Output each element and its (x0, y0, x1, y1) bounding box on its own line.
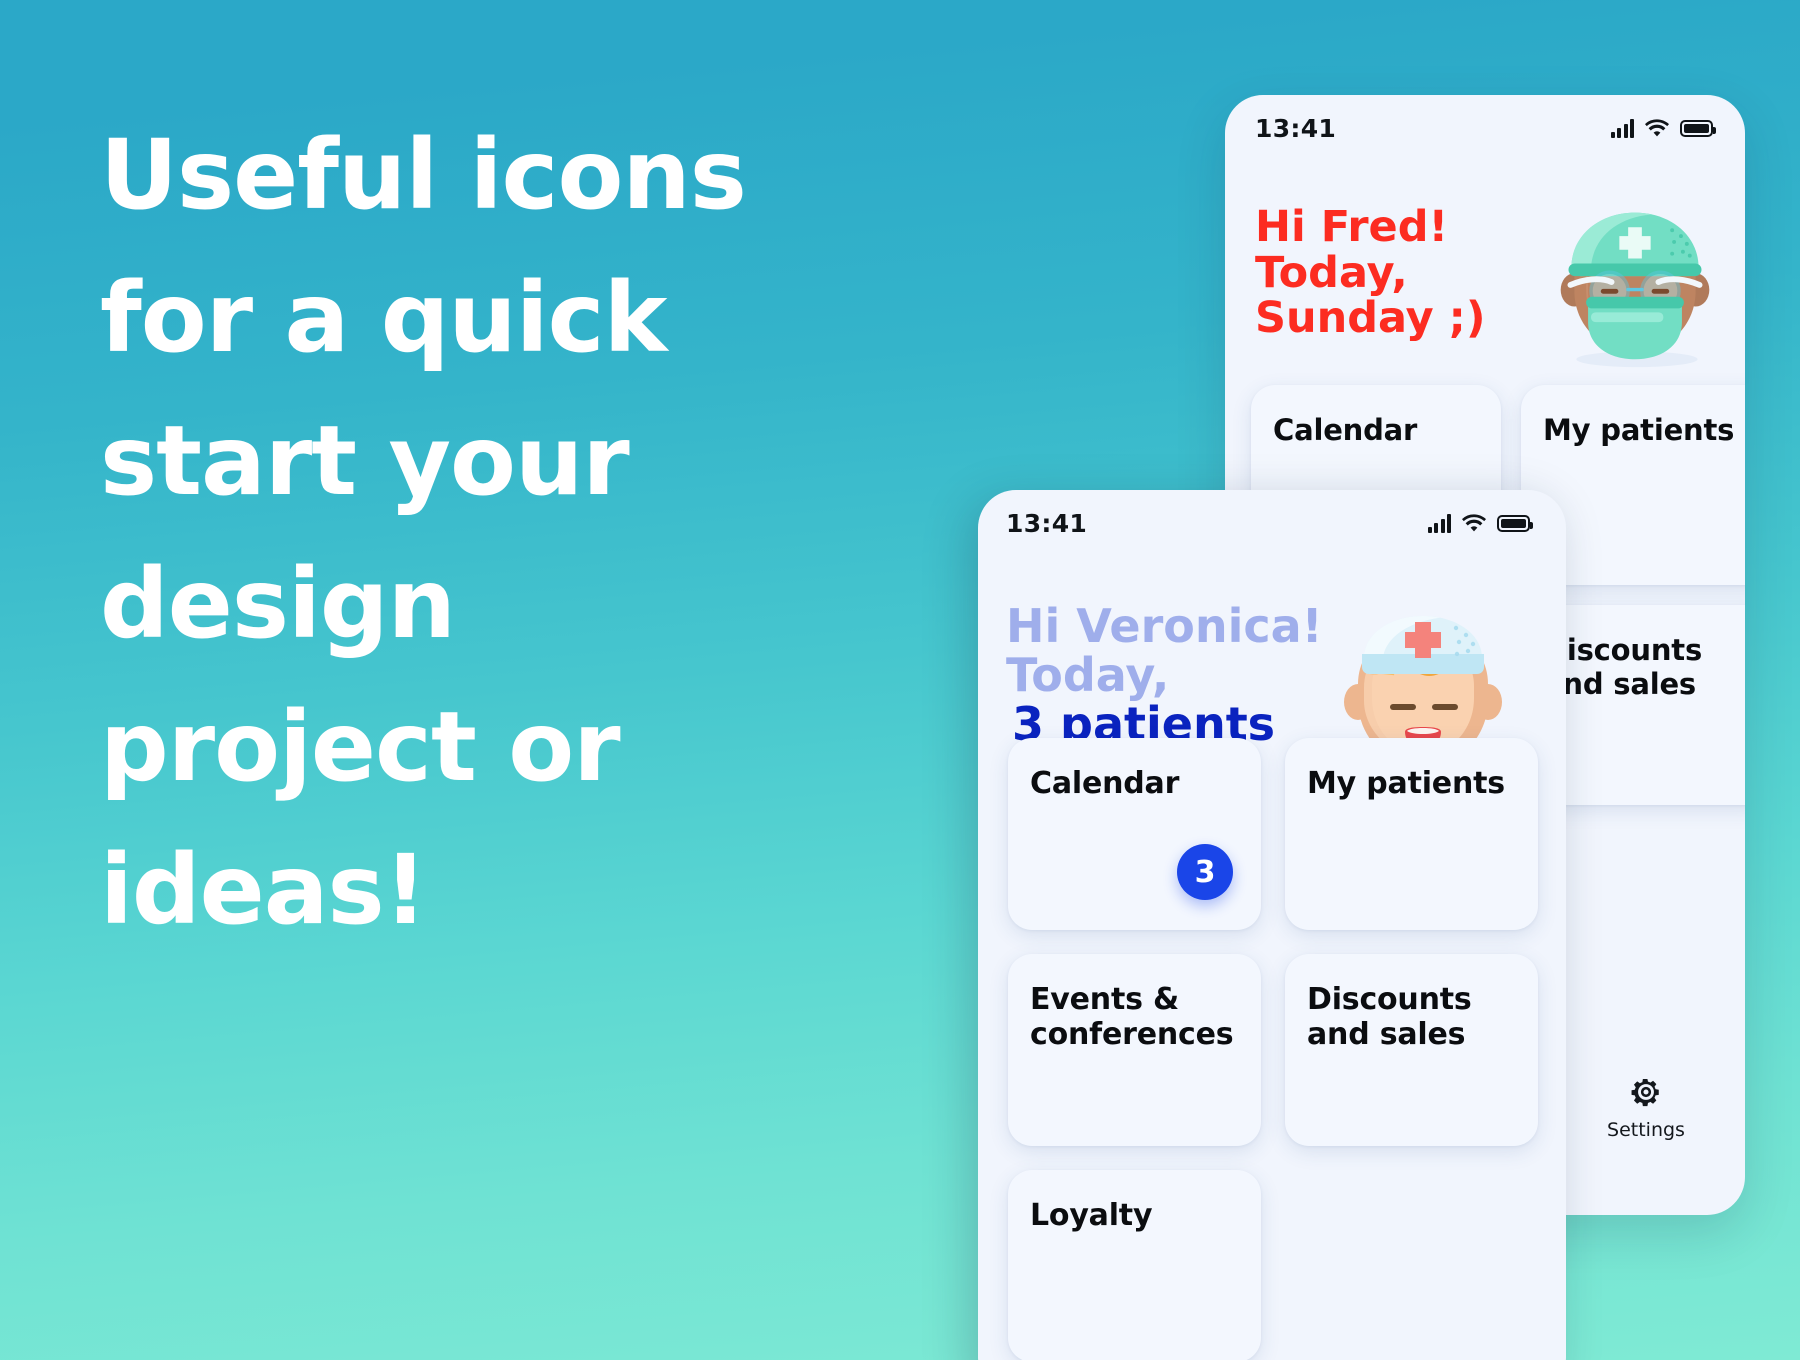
cellular-signal-icon (1610, 118, 1634, 138)
greeting-line-2: Today, (1255, 247, 1408, 298)
card-title: Loyalty (1030, 1198, 1153, 1233)
card-title: My patients (1543, 413, 1735, 447)
page-title: Useful icons for a quick start your desi… (100, 104, 900, 962)
phone-mockup-front: 13:41 Hi Veronica! Today, 3 patients Cal… (978, 490, 1566, 1360)
greeting-line-3: Sunday ;) (1255, 293, 1486, 344)
card-loyalty[interactable]: Loyalty (1008, 1170, 1261, 1360)
male-doctor-avatar (1547, 195, 1723, 371)
wifi-icon (1462, 513, 1486, 533)
status-bar-icons (1427, 513, 1533, 533)
card-title: Discounts and sales (1543, 633, 1703, 702)
card-my-patients[interactable]: My patients (1285, 738, 1538, 930)
greeting-front: Hi Veronica! Today, 3 patients (1006, 602, 1323, 748)
wifi-icon (1645, 118, 1669, 138)
status-bar-back: 13:41 (1225, 95, 1745, 161)
card-title: Events & conferences (1030, 982, 1234, 1053)
card-grid-front: Calendar 3 My patients Events & conferen… (1008, 738, 1538, 1360)
status-bar-icons (1610, 118, 1716, 138)
battery-icon (1680, 119, 1716, 137)
greeting-line-1: Hi Veronica! (1006, 599, 1323, 653)
card-calendar[interactable]: Calendar 3 (1008, 738, 1261, 930)
card-title: My patients (1307, 766, 1505, 801)
card-discounts-sales[interactable]: Discounts and sales (1285, 954, 1538, 1146)
greeting-back: Hi Fred! Today, Sunday ;) (1255, 202, 1486, 344)
card-title: Discounts and sales (1307, 982, 1472, 1053)
card-title: Calendar (1030, 766, 1180, 801)
gear-icon (1629, 1075, 1663, 1109)
status-badge: 3 (1177, 844, 1233, 900)
headline-line: for a quick (100, 262, 667, 374)
card-events-conferences[interactable]: Events & conferences (1008, 954, 1261, 1146)
headline-line: ideas! (100, 834, 427, 946)
settings-tile[interactable]: Settings (1591, 1075, 1701, 1141)
headline-line: design (100, 548, 456, 660)
headline-line: start your (100, 405, 630, 517)
cellular-signal-icon (1427, 513, 1451, 533)
card-title: Calendar (1273, 413, 1418, 447)
battery-icon (1497, 514, 1533, 532)
greeting-line-1: Hi Fred! (1255, 202, 1449, 252)
status-bar-time: 13:41 (1255, 113, 1337, 143)
headline-line: project or (100, 691, 621, 803)
promo-canvas: Useful icons for a quick start your desi… (0, 0, 1800, 1360)
status-bar-front: 13:41 (978, 490, 1566, 556)
greeting-line-2: Today, (1006, 647, 1170, 702)
status-bar-time: 13:41 (1006, 508, 1088, 538)
settings-label: Settings (1607, 1119, 1685, 1141)
headline-line: Useful icons (100, 119, 747, 231)
